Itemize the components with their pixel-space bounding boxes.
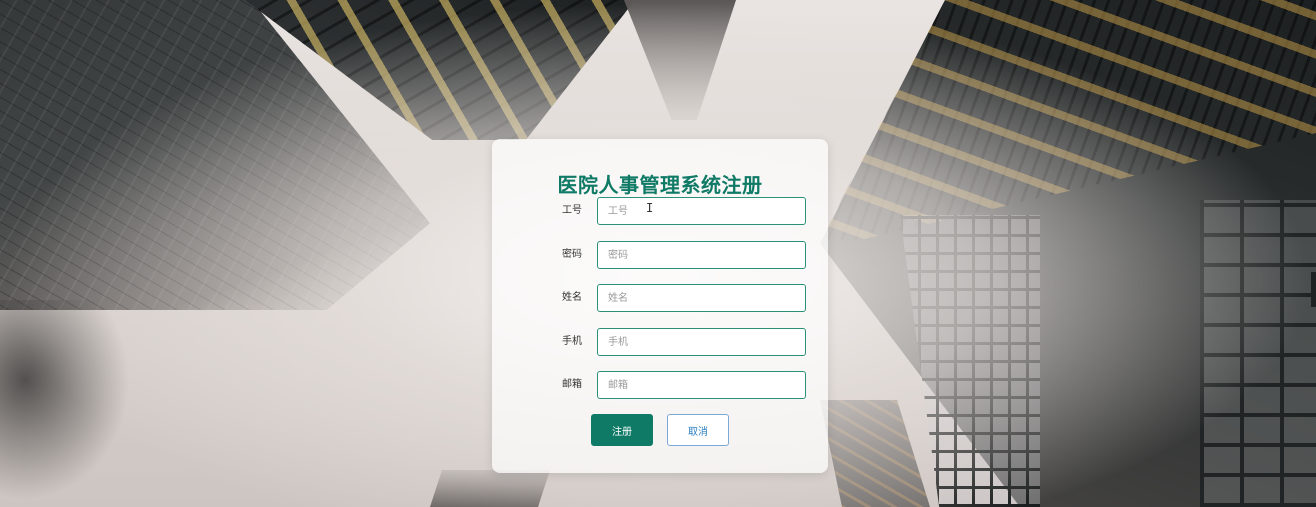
form-row-employee-id: 工号 <box>552 197 812 225</box>
form-row-phone: 手机 <box>552 328 812 356</box>
page-background: 医院人事管理系统注册 工号 I 密码 姓名 手机 邮箱 注册 取消 <box>0 0 1316 507</box>
edge-tab <box>1311 272 1316 307</box>
name-input[interactable] <box>597 284 806 312</box>
register-title: 医院人事管理系统注册 <box>557 173 763 197</box>
employee-id-label: 工号 <box>562 205 582 216</box>
cancel-button[interactable]: 取消 <box>667 414 729 446</box>
register-card: 医院人事管理系统注册 工号 I 密码 姓名 手机 邮箱 注册 取消 <box>492 139 828 473</box>
password-input[interactable] <box>597 241 806 269</box>
form-row-password: 密码 <box>552 241 812 269</box>
form-row-name: 姓名 <box>552 284 812 312</box>
email-label: 邮箱 <box>562 379 582 390</box>
phone-input[interactable] <box>597 328 806 356</box>
email-input[interactable] <box>597 371 806 399</box>
phone-label: 手机 <box>562 336 582 347</box>
form-row-email: 邮箱 <box>552 371 812 399</box>
register-button[interactable]: 注册 <box>591 414 653 446</box>
password-label: 密码 <box>562 249 582 260</box>
text-cursor-icon: I <box>646 201 654 215</box>
name-label: 姓名 <box>562 292 582 303</box>
employee-id-input[interactable] <box>597 197 806 225</box>
